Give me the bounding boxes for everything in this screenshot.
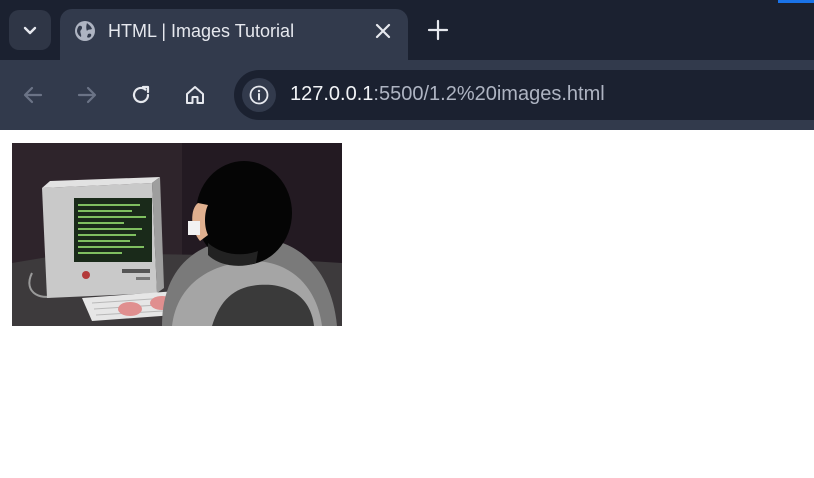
- reload-button[interactable]: [127, 81, 155, 109]
- arrow-right-icon: [77, 86, 97, 104]
- url-text[interactable]: 127.0.0.1:5500/1.2%20images.html: [290, 83, 605, 106]
- address-bar[interactable]: 127.0.0.1:5500/1.2%20images.html: [234, 70, 814, 120]
- forward-button[interactable]: [73, 81, 101, 109]
- home-button[interactable]: [181, 81, 209, 109]
- tab-title: HTML | Images Tutorial: [108, 21, 295, 41]
- home-icon: [186, 86, 204, 104]
- tab-search-button[interactable]: [9, 10, 51, 50]
- browser-toolbar: 127.0.0.1:5500/1.2%20images.html: [0, 60, 814, 130]
- close-icon[interactable]: [372, 20, 394, 42]
- back-button[interactable]: [19, 81, 47, 109]
- tab-strip: HTML | Images Tutorial: [0, 0, 814, 60]
- hacker-gif-image: [12, 143, 342, 326]
- tab-active[interactable]: HTML | Images Tutorial: [60, 9, 408, 60]
- plus-icon[interactable]: [424, 16, 452, 44]
- url-host: 127.0.0.1: [290, 83, 374, 105]
- url-path: :5500/1.2%20images.html: [373, 83, 605, 105]
- profile-accent: [778, 0, 814, 3]
- info-icon: [249, 85, 269, 105]
- chevron-down-icon: [23, 26, 37, 35]
- page-content: [0, 130, 814, 478]
- globe-icon: [75, 21, 95, 41]
- site-info-button[interactable]: [242, 78, 276, 112]
- arrow-left-icon: [23, 86, 43, 104]
- reload-icon: [132, 85, 150, 104]
